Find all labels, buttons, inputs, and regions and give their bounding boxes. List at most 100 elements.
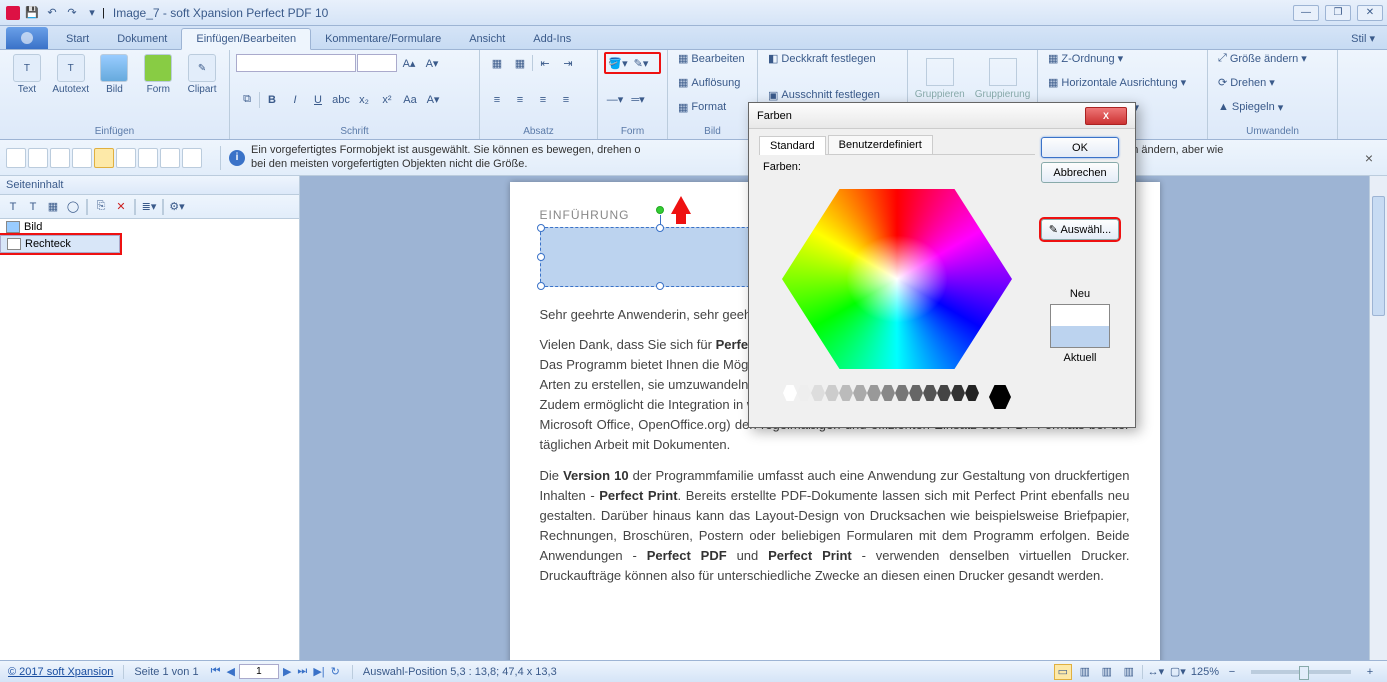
eyedropper-button[interactable]: ✎ Auswähl... (1041, 219, 1119, 240)
sb-shape-icon[interactable]: ◯ (64, 198, 82, 216)
handle-s[interactable] (656, 282, 664, 290)
font-family-select[interactable] (236, 54, 356, 72)
selected-rectangle-shape[interactable] (540, 227, 780, 287)
rotate-button[interactable]: ⟳ Drehen ▾ (1214, 76, 1331, 89)
fit-page-button[interactable]: ▢▾ (1169, 664, 1187, 680)
cancel-button[interactable]: Abbrechen (1041, 162, 1119, 183)
align-right-button[interactable]: ≡ (532, 90, 554, 110)
align-center-button[interactable]: ≡ (509, 90, 531, 110)
view-mode-6[interactable] (116, 148, 136, 168)
qat-dropdown-icon[interactable]: ▾ (83, 4, 101, 22)
handle-n[interactable] (656, 224, 664, 232)
handle-w[interactable] (537, 253, 545, 261)
copyright-link[interactable]: © 2017 soft Xpansion (8, 666, 113, 678)
ungroup-icon[interactable] (989, 58, 1017, 86)
line-weight-button[interactable]: ═▾ (627, 90, 649, 110)
page-content-item-bild[interactable]: Bild (0, 219, 299, 235)
strike-button[interactable]: abc (330, 90, 352, 110)
view-mode-5[interactable] (94, 148, 114, 168)
tab-dokument[interactable]: Dokument (103, 29, 181, 49)
prev-page-button[interactable]: ◀ (224, 665, 236, 678)
ltr-button[interactable]: ▦ (486, 53, 508, 73)
tab-addins[interactable]: Add-Ins (519, 29, 585, 49)
sb-text-icon[interactable]: T (4, 198, 22, 216)
subscript-button[interactable]: x₂ (353, 90, 375, 110)
indent-dec-button[interactable]: ⇤ (534, 53, 556, 73)
zorder-button[interactable]: ▦ Z-Ordnung ▾ (1044, 52, 1201, 65)
view-single-button[interactable]: ▭ (1054, 664, 1072, 680)
rtl-button[interactable]: ▦ (509, 53, 531, 73)
handle-nw[interactable] (537, 224, 545, 232)
mirror-button[interactable]: ▲ Spiegeln ▾ (1214, 101, 1331, 114)
sb-autotext-icon[interactable]: T (24, 198, 42, 216)
fit-width-button[interactable]: ↔▾ (1147, 664, 1165, 680)
case-button[interactable]: Aa (399, 90, 421, 110)
line-style-button[interactable]: —▾ (604, 90, 626, 110)
align-left-button[interactable]: ≡ (486, 90, 508, 110)
fontcolor-button[interactable]: A▾ (422, 90, 444, 110)
rotation-handle[interactable] (656, 206, 664, 214)
group-icon[interactable] (926, 58, 954, 86)
maximize-button[interactable]: ❐ (1325, 5, 1351, 21)
next-page-button[interactable]: ▶ (281, 665, 293, 678)
insert-shape-button[interactable]: Form (137, 52, 179, 97)
view-mode-7[interactable] (138, 148, 158, 168)
sb-list-icon[interactable]: ≣▾ (140, 198, 158, 216)
view-mode-8[interactable] (160, 148, 180, 168)
font-size-select[interactable] (357, 54, 397, 72)
view-mode-1[interactable] (6, 148, 26, 168)
file-tab[interactable] (6, 27, 48, 49)
line-color-button[interactable]: ✎▾ (630, 53, 652, 73)
dialog-titlebar[interactable]: Farben X (749, 103, 1135, 129)
handle-sw[interactable] (537, 282, 545, 290)
dialog-close-button[interactable]: X (1085, 107, 1127, 125)
scrollbar-thumb[interactable] (1372, 196, 1385, 316)
nav-extra-2[interactable]: ↻ (329, 665, 342, 678)
nav-extra-1[interactable]: ▶| (311, 665, 326, 678)
dismiss-info-button[interactable]: × (1357, 150, 1381, 166)
tab-ansicht[interactable]: Ansicht (455, 29, 519, 49)
italic-button[interactable]: I (284, 90, 306, 110)
sb-delete-icon[interactable]: ✕ (112, 198, 130, 216)
qat-redo-icon[interactable]: ↷ (63, 4, 81, 22)
img-edit-button[interactable]: ▦ Bearbeiten (674, 52, 751, 65)
shrink-font-button[interactable]: A▾ (421, 53, 443, 73)
qat-save-icon[interactable]: 💾 (23, 4, 41, 22)
zoom-slider[interactable] (1251, 670, 1351, 674)
tab-einfuegen[interactable]: Einfügen/Bearbeiten (181, 28, 311, 50)
stil-dropdown[interactable]: Stil ▾ (1339, 28, 1387, 49)
copy-button[interactable]: ⧉ (236, 90, 258, 110)
tab-custom[interactable]: Benutzerdefiniert (828, 135, 933, 154)
fill-color-button[interactable]: 🪣▾ (607, 53, 629, 73)
insert-text-button[interactable]: TText (6, 52, 48, 97)
tab-standard[interactable]: Standard (759, 136, 826, 155)
grayscale-row[interactable] (763, 385, 1031, 409)
sb-image-icon[interactable]: ▦ (44, 198, 62, 216)
zoom-out-button[interactable]: − (1223, 664, 1241, 680)
view-mode-4[interactable] (72, 148, 92, 168)
minimize-button[interactable]: — (1293, 5, 1319, 21)
color-hexagon-picker[interactable] (782, 179, 1012, 379)
close-button[interactable]: ✕ (1357, 5, 1383, 21)
page-content-item-rechteck[interactable]: Rechteck (0, 235, 120, 253)
superscript-button[interactable]: x² (376, 90, 398, 110)
grow-font-button[interactable]: A▴ (398, 53, 420, 73)
view-facing-button[interactable]: ▥ (1098, 664, 1116, 680)
insert-image-button[interactable]: Bild (94, 52, 136, 97)
opacity-button[interactable]: ◧ Deckkraft festlegen (764, 52, 901, 65)
view-mode-9[interactable] (182, 148, 202, 168)
ok-button[interactable]: OK (1041, 137, 1119, 158)
first-page-button[interactable]: ⏮ (209, 665, 223, 678)
insert-autotext-button[interactable]: TAutotext (50, 52, 92, 97)
tab-start[interactable]: Start (52, 29, 103, 49)
tab-kommentare[interactable]: Kommentare/Formulare (311, 29, 455, 49)
vertical-scrollbar[interactable] (1369, 176, 1387, 682)
view-mode-2[interactable] (28, 148, 48, 168)
page-number-input[interactable] (239, 664, 279, 679)
underline-button[interactable]: U (307, 90, 329, 110)
view-cont-button[interactable]: ▥ (1076, 664, 1094, 680)
sb-settings-icon[interactable]: ⚙▾ (168, 198, 186, 216)
zoom-in-button[interactable]: + (1361, 664, 1379, 680)
crop-button[interactable]: ▣ Ausschnitt festlegen (764, 89, 901, 102)
resize-button[interactable]: ⤢ Größe ändern ▾ (1214, 52, 1331, 65)
